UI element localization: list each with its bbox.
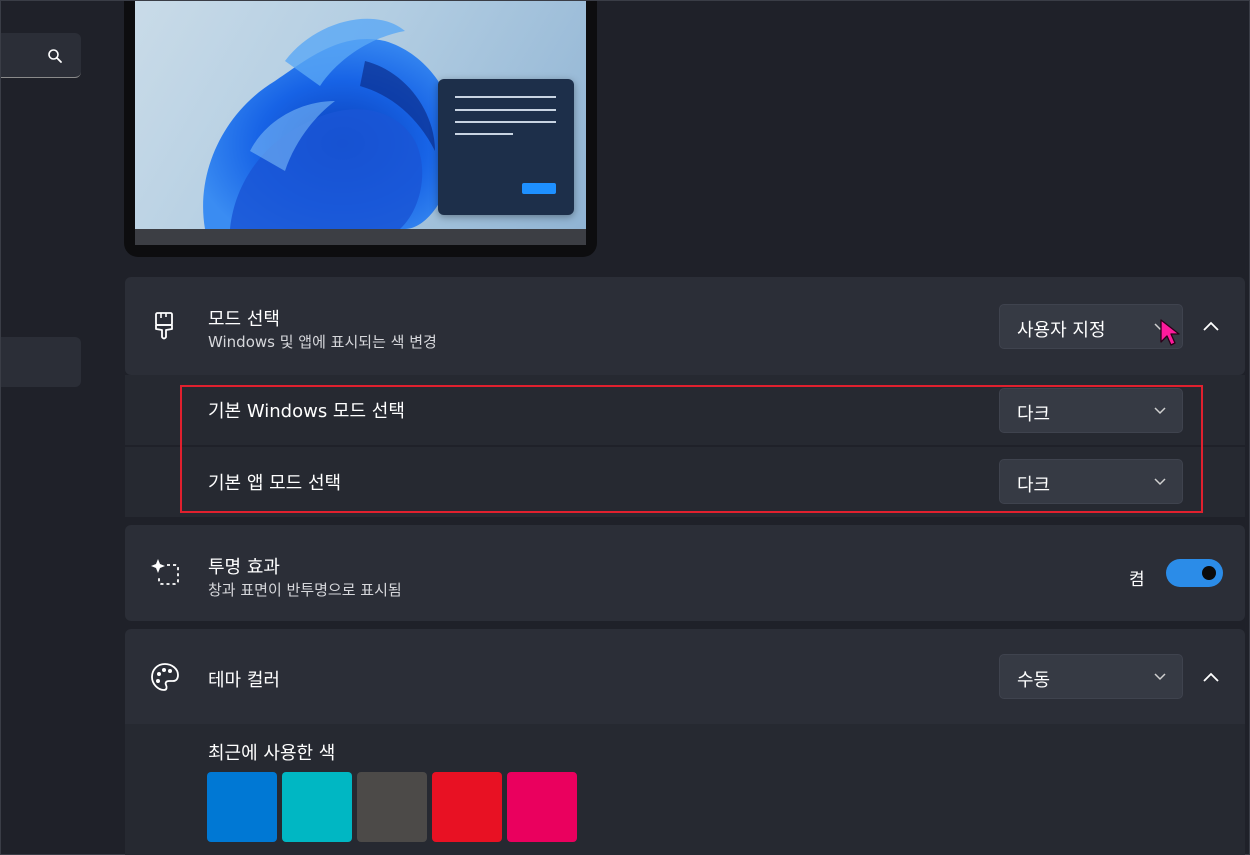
theme-color-dropdown[interactable]: 수동 (999, 654, 1183, 699)
app-mode-dropdown[interactable]: 다크 (999, 459, 1183, 504)
preview-dialog-line (455, 121, 556, 123)
app-mode-dropdown-value: 다크 (1017, 475, 1051, 496)
windows-mode-title: 기본 Windows 모드 선택 (208, 401, 405, 422)
windows-mode-dropdown-value: 다크 (1017, 404, 1051, 425)
transparency-title: 투명 효과 (208, 557, 280, 578)
preview-dialog-line (455, 96, 556, 98)
preview-dialog-line (455, 133, 513, 135)
settings-window: 모드 선택 Windows 및 앱에 표시되는 색 변경 사용자 지정 기본 W… (0, 0, 1250, 855)
color-swatch[interactable] (207, 772, 277, 842)
nav-search-box[interactable] (1, 33, 81, 78)
preview-dialog-window (438, 79, 574, 215)
mode-select-dropdown[interactable]: 사용자 지정 (999, 304, 1183, 349)
sparkle-select-icon (151, 559, 179, 585)
toggle-knob (1202, 566, 1216, 580)
paintbrush-icon (155, 312, 173, 340)
transparency-subtitle: 창과 표면이 반투명으로 표시됨 (208, 581, 402, 599)
chevron-down-icon (1154, 673, 1166, 681)
color-swatch[interactable] (507, 772, 577, 842)
preview-dialog-line (455, 109, 556, 111)
transparency-toggle[interactable] (1166, 559, 1223, 587)
app-mode-row: 기본 앱 모드 선택 다크 (125, 447, 1245, 517)
theme-color-card[interactable]: 테마 컬러 수동 (125, 629, 1245, 724)
transparency-toggle-label: 켬 (1129, 570, 1145, 590)
theme-preview-image (135, 1, 586, 245)
app-mode-title: 기본 앱 모드 선택 (208, 473, 342, 494)
color-swatch[interactable] (357, 772, 427, 842)
transparency-card: 투명 효과 창과 표면이 반투명으로 표시됨 (125, 525, 1245, 621)
palette-icon (151, 663, 179, 691)
windows-mode-row: 기본 Windows 모드 선택 다크 (125, 375, 1245, 445)
nav-item-selected[interactable] (1, 337, 81, 387)
chevron-up-icon[interactable] (1196, 311, 1226, 341)
mode-select-title: 모드 선택 (208, 309, 280, 330)
chevron-up-icon[interactable] (1196, 662, 1226, 692)
mode-select-dropdown-value: 사용자 지정 (1017, 320, 1106, 341)
mouse-cursor-icon (1160, 319, 1180, 346)
theme-color-title: 테마 컬러 (208, 670, 280, 691)
color-swatch[interactable] (432, 772, 502, 842)
mode-select-card[interactable]: 모드 선택 Windows 및 앱에 표시되는 색 변경 사용자 지정 (125, 277, 1245, 375)
preview-taskbar (135, 229, 586, 245)
chevron-down-icon (1154, 478, 1166, 486)
preview-dialog-button (522, 183, 556, 194)
recent-colors-title: 최근에 사용한 색 (208, 743, 336, 764)
search-icon (48, 49, 62, 63)
mode-select-subtitle: Windows 및 앱에 표시되는 색 변경 (208, 333, 437, 351)
theme-color-dropdown-value: 수동 (1017, 670, 1051, 691)
chevron-down-icon (1154, 407, 1166, 415)
windows-mode-dropdown[interactable]: 다크 (999, 388, 1183, 433)
color-swatch[interactable] (282, 772, 352, 842)
